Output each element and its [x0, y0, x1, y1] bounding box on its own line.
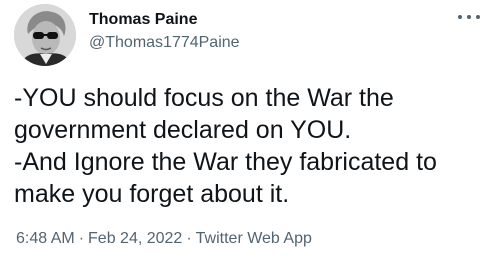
more-dots-icon[interactable]: [458, 10, 480, 24]
tweet-line: -And Ignore the War they fabricated to: [14, 148, 437, 176]
tweet-text: -YOU should focus on the War the governm…: [14, 82, 494, 210]
dot: [458, 15, 462, 19]
tweet-line: government declared on YOU.: [14, 116, 352, 144]
dot: [476, 15, 480, 19]
tweet-source: Twitter Web App: [195, 230, 312, 247]
dot: [467, 15, 471, 19]
tweet-line: make you forget about it.: [14, 180, 290, 208]
author-handle[interactable]: @Thomas1774Paine: [89, 33, 240, 53]
tweet-date[interactable]: Feb 24, 2022: [88, 230, 182, 247]
tweet-card: Thomas Paine @Thomas1774Paine -YOU shoul…: [0, 0, 500, 257]
tweet-meta: 6:48 AM · Feb 24, 2022 · Twitter Web App: [16, 229, 312, 249]
tweet-line: -YOU should focus on the War the: [14, 84, 394, 112]
portrait-icon: [14, 4, 76, 66]
separator: ·: [78, 230, 85, 247]
tweet-time[interactable]: 6:48 AM: [16, 230, 75, 247]
author-display-name[interactable]: Thomas Paine: [89, 10, 197, 30]
avatar[interactable]: [14, 4, 76, 66]
separator: ·: [186, 230, 192, 247]
